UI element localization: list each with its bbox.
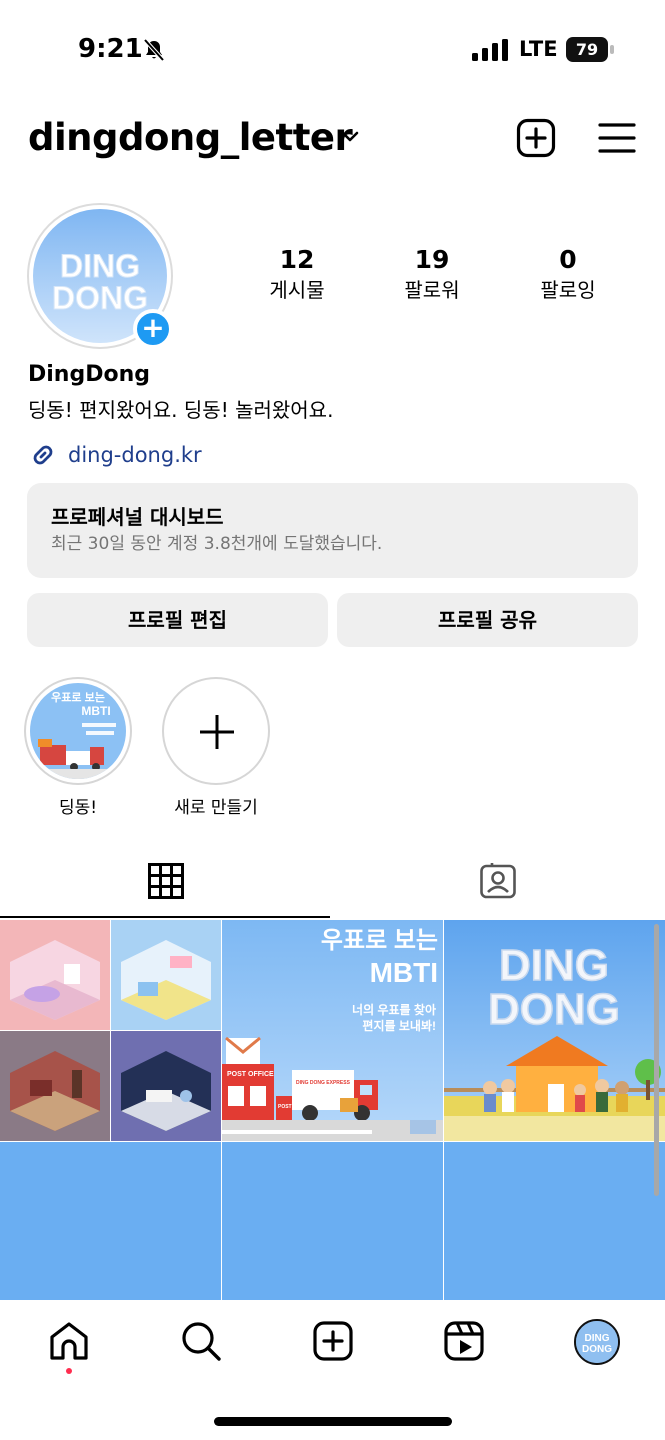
stat-posts-label: 게시물 xyxy=(269,278,325,302)
tab-tagged[interactable] xyxy=(333,856,665,918)
home-indicator xyxy=(214,1417,452,1426)
profile-link[interactable]: ding-dong.kr xyxy=(28,440,202,470)
mbti-title1: 우표로 보는 xyxy=(321,927,438,954)
grid-icon xyxy=(148,863,184,899)
logo-text1: DING xyxy=(499,941,609,990)
add-story-badge[interactable]: + xyxy=(133,309,173,349)
posts-grid: 우표로 보는 MBTI 너의 우표를 찾아 편지를 보내봐! POST OFFI… xyxy=(0,918,665,1302)
chevron-down-icon[interactable] xyxy=(340,129,360,145)
dashboard-title: 프로페셔널 대시보드 xyxy=(51,505,224,529)
highlight-cover-title: 우표로 보는 xyxy=(51,691,105,704)
professional-dashboard[interactable]: 프로페셔널 대시보드 최근 30일 동안 계정 3.8천개에 도달했습니다. xyxy=(27,483,638,578)
svg-text:DING: DING xyxy=(60,248,140,284)
scroll-indicator xyxy=(654,924,659,1196)
post-mbti[interactable]: 우표로 보는 MBTI 너의 우표를 찾아 편지를 보내봐! POST OFFI… xyxy=(222,920,443,1141)
post-rooms[interactable] xyxy=(0,920,221,1141)
share-profile-button[interactable]: 프로필 공유 xyxy=(337,593,638,647)
highlight-cover-image: 우표로 보는 MBTI xyxy=(30,683,126,779)
plus-icon xyxy=(200,715,234,749)
create-icon[interactable] xyxy=(312,1320,354,1362)
mbti-sub1: 너의 우표를 찾아 xyxy=(352,1002,436,1017)
post-mbti-image: 우표로 보는 MBTI 너의 우표를 찾아 편지를 보내봐! POST OFFI… xyxy=(222,920,443,1141)
battery-level: 79 xyxy=(566,37,608,62)
stat-posts-count: 12 xyxy=(279,245,315,274)
signal-icon xyxy=(472,39,508,61)
mbti-sub2: 편지를 보내봐! xyxy=(362,1018,436,1033)
menu-icon[interactable] xyxy=(598,121,636,155)
create-post-icon[interactable] xyxy=(516,118,556,158)
highlight-dingdong[interactable]: 우표로 보는 MBTI 딩동! xyxy=(24,677,136,818)
account-username[interactable]: dingdong_letter xyxy=(28,116,353,159)
post-placeholder[interactable] xyxy=(444,1142,665,1302)
status-bar: 9:21 LTE 79 xyxy=(0,0,665,100)
svg-text:DONG: DONG xyxy=(582,1344,612,1355)
home-icon[interactable] xyxy=(48,1320,90,1362)
stat-posts[interactable]: 12 게시물 xyxy=(237,245,357,305)
stat-following-label: 팔로잉 xyxy=(540,278,596,302)
stat-following-count: 0 xyxy=(559,245,577,274)
tab-posts-grid[interactable] xyxy=(0,856,330,918)
search-icon[interactable] xyxy=(180,1320,222,1362)
display-name: DingDong xyxy=(28,362,150,387)
network-type: LTE xyxy=(519,37,558,61)
profile-tab-avatar[interactable]: DING DONG xyxy=(574,1319,620,1365)
status-time: 9:21 xyxy=(78,34,143,64)
post-placeholder[interactable] xyxy=(0,1142,221,1302)
highlight-new-label: 새로 만들기 xyxy=(174,798,258,818)
profile-tab-avatar-image: DING DONG xyxy=(576,1321,618,1363)
mbti-truck-text: DING DONG EXPRESS xyxy=(296,1080,351,1086)
mbti-post: POST xyxy=(278,1104,292,1110)
link-icon xyxy=(33,445,53,465)
highlight-label: 딩동! xyxy=(58,798,98,818)
battery-icon: 79 xyxy=(566,37,614,62)
dashboard-subtitle: 최근 30일 동안 계정 3.8천개에 도달했습니다. xyxy=(51,534,383,554)
edit-profile-button[interactable]: 프로필 편집 xyxy=(27,593,328,647)
highlight-cover-sub: MBTI xyxy=(81,704,110,718)
link-text[interactable]: ding-dong.kr xyxy=(68,443,202,467)
stat-following[interactable]: 0 팔로잉 xyxy=(508,245,628,305)
highlight-new[interactable]: 새로 만들기 xyxy=(162,677,274,818)
notification-dot xyxy=(66,1368,72,1374)
bell-off-icon xyxy=(143,38,165,62)
reels-icon[interactable] xyxy=(443,1320,485,1362)
logo-text2: DONG xyxy=(488,985,620,1034)
svg-text:DONG: DONG xyxy=(52,280,148,316)
stat-followers-count: 19 xyxy=(414,245,450,274)
mbti-title2: MBTI xyxy=(370,957,438,988)
post-logo-image: DING DONG xyxy=(444,920,665,1141)
stat-followers-label: 팔로워 xyxy=(404,278,460,302)
stat-followers[interactable]: 19 팔로워 xyxy=(372,245,492,305)
post-logo[interactable]: DING DONG xyxy=(444,920,665,1141)
tagged-user-icon xyxy=(480,863,516,899)
post-rooms-image xyxy=(0,920,221,1141)
bio-text: 딩동! 편지왔어요. 딩동! 놀러왔어요. xyxy=(28,398,334,422)
svg-text:DING: DING xyxy=(585,1333,610,1344)
post-placeholder[interactable] xyxy=(222,1142,443,1302)
mbti-post-office: POST OFFICE xyxy=(227,1071,274,1078)
